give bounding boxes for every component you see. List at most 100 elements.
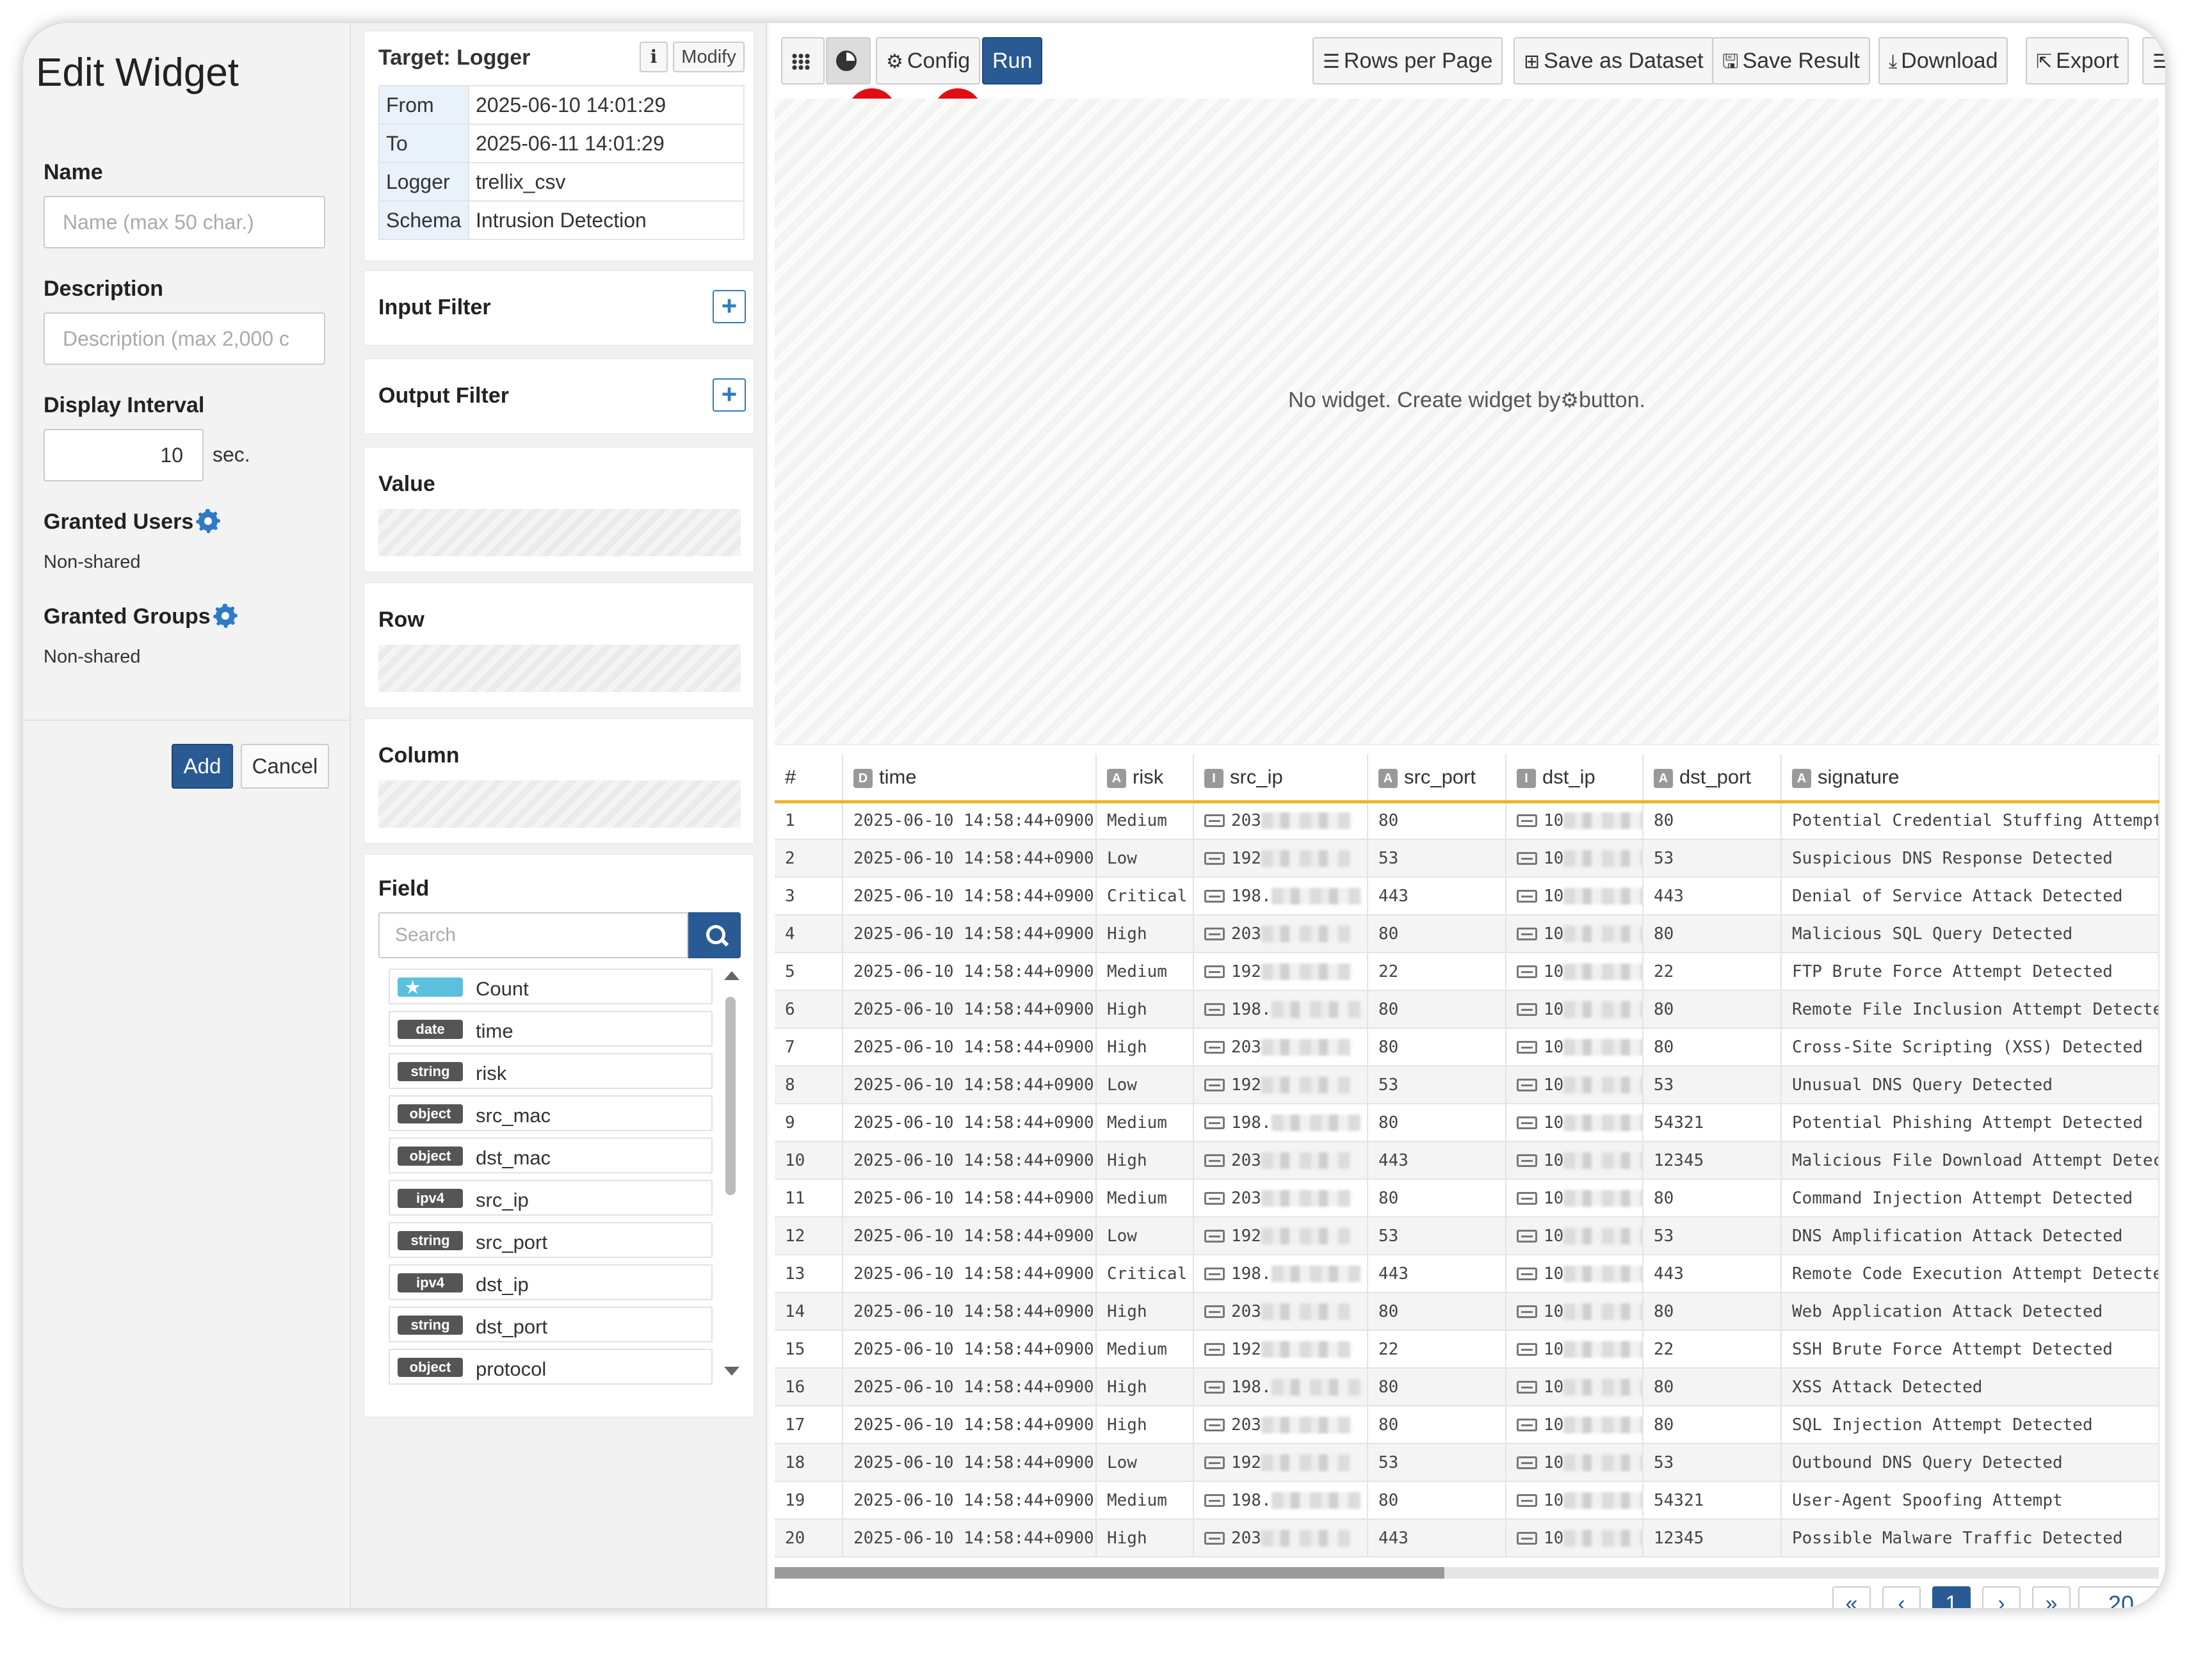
table-row[interactable]: 7 2025-06-10 14:58:44+0900 High 203 80 10 80 Cr… [775,1028,2160,1066]
target-row: Schema Intrusion Detection [378,200,745,240]
table-view-button[interactable] [781,37,825,85]
table-row[interactable]: 20 2025-06-10 14:58:44+0900 High 203 443 10 12… [775,1519,2160,1557]
table-horizontal-scrollbar[interactable] [775,1567,2159,1579]
ip-address-icon [1204,1342,1225,1356]
name-input[interactable] [44,196,325,248]
table-row[interactable]: 11 2025-06-10 14:58:44+0900 Medium 203 80 10 8… [775,1179,2160,1218]
first-page-button[interactable]: « [1832,1586,1871,1608]
save-result-label: Save Result [1742,49,1860,73]
grid-icon [791,53,811,70]
table-row[interactable]: 18 2025-06-10 14:58:44+0900 Low 192 53 10 53 Ou… [775,1444,2160,1482]
field-item[interactable]: object protocol [389,1349,713,1385]
field-item[interactable]: string risk [389,1053,713,1089]
chart-view-button[interactable] [826,37,871,85]
table-cell: 16 [775,1368,843,1406]
field-item[interactable]: ipv4 dst_ip [389,1264,713,1300]
table-cell: 80 [1643,1406,1782,1444]
field-item[interactable]: object src_mac [389,1095,713,1131]
table-row[interactable]: 19 2025-06-10 14:58:44+0900 Medium 198. 80 10… [775,1481,2160,1520]
value-drop-zone[interactable] [378,509,741,556]
input-filter-card: Input Filter + [364,270,754,346]
column-header[interactable]: Adst_port [1643,754,1782,803]
description-input[interactable] [44,312,325,365]
column-header[interactable]: Asignature [1781,754,2160,803]
table-row[interactable]: 17 2025-06-10 14:58:44+0900 High 203 80 10 80 S… [775,1406,2160,1444]
run-button[interactable]: Run [982,37,1043,85]
display-interval-input[interactable]: 10 [44,429,204,481]
column-header[interactable]: Arisk [1096,754,1194,803]
table-cell: 203 [1193,1141,1368,1180]
field-search-input[interactable] [378,912,688,958]
menu-button[interactable]: ☰ [2142,37,2165,85]
ip-address-icon [1204,1267,1225,1280]
table-row[interactable]: 2 2025-06-10 14:58:44+0900 Low 192 53 10 53 Sus… [775,839,2160,878]
download-button[interactable]: ⤓ Download [1878,37,2008,85]
save-result-button[interactable]: 🖫 Save Result [1712,37,1870,85]
column-header[interactable]: Dtime [843,754,1097,803]
rows-per-page-button[interactable]: ☰ Rows per Page [1312,37,1503,85]
field-item[interactable]: date time [389,1011,713,1047]
table-cell: Low [1096,1444,1194,1482]
table-row[interactable]: 3 2025-06-10 14:58:44+0900 Critical 198. 443… [775,877,2160,915]
table-row[interactable]: 13 2025-06-10 14:58:44+0900 Critical 198. 44… [775,1255,2160,1293]
table-row[interactable]: 4 2025-06-10 14:58:44+0900 High 203 80 10 80 Ma… [775,915,2160,953]
table-row[interactable]: 15 2025-06-10 14:58:44+0900 Medium 192 22 10 2… [775,1330,2160,1369]
table-row[interactable]: 12 2025-06-10 14:58:44+0900 Low 192 53 10 53 DN… [775,1217,2160,1255]
column-header[interactable]: Isrc_ip [1193,754,1368,803]
field-item[interactable]: string dst_port [389,1307,713,1342]
next-page-button[interactable]: › [1982,1586,2021,1608]
column-header[interactable]: Idst_ip [1506,754,1643,803]
field-item[interactable]: ipv4 src_ip [389,1180,713,1216]
cancel-button[interactable]: Cancel [241,744,329,789]
ip-address-icon [1204,1418,1225,1431]
scroll-up-icon[interactable] [724,971,739,980]
table-row[interactable]: 14 2025-06-10 14:58:44+0900 High 203 80 10 80 W… [775,1292,2160,1331]
column-header[interactable]: # [775,754,843,803]
redacted-ip [1271,1492,1361,1509]
output-filter-card: Output Filter + [364,358,754,434]
table-row[interactable]: 5 2025-06-10 14:58:44+0900 Medium 192 22 10 22… [775,953,2160,991]
row-drop-zone[interactable] [378,645,741,692]
modify-button[interactable]: Modify [673,42,745,72]
field-name: protocol [476,1358,547,1380]
field-item[interactable]: ★ Count [389,969,713,1004]
scroll-down-icon[interactable] [724,1367,739,1376]
save-as-dataset-button[interactable]: ⊞ Save as Dataset [1514,37,1714,85]
prev-page-button[interactable]: ‹ [1882,1586,1921,1608]
column-drop-zone[interactable] [378,780,741,828]
table-row[interactable]: 6 2025-06-10 14:58:44+0900 High 198. 80 10 80 R… [775,990,2160,1029]
field-item[interactable]: string src_port [389,1222,713,1258]
table-row[interactable]: 1 2025-06-10 14:58:44+0900 Medium 203 80 10 80… [775,801,2160,840]
field-item[interactable]: object dst_mac [389,1138,713,1173]
add-button[interactable]: Add [172,744,233,789]
column-header[interactable]: Asrc_port [1368,754,1506,803]
table-row[interactable]: 9 2025-06-10 14:58:44+0900 Medium 198. 80 10 5… [775,1104,2160,1142]
table-cell: High [1096,915,1194,953]
info-button[interactable]: i [640,42,668,72]
ip-address-icon [1517,1267,1537,1280]
table-row[interactable]: 8 2025-06-10 14:58:44+0900 Low 192 53 10 53 Unu… [775,1066,2160,1104]
gear-icon[interactable] [196,509,221,533]
table-row[interactable]: 16 2025-06-10 14:58:44+0900 High 198. 80 10 80… [775,1368,2160,1406]
column-header-label: risk [1133,765,1164,788]
add-input-filter-button[interactable]: + [713,290,746,323]
page-1-button[interactable]: 1 [1932,1586,1971,1608]
table-cell: 443 [1643,1255,1782,1293]
config-button[interactable]: ⚙ Config [876,37,981,85]
last-page-button[interactable]: » [2032,1586,2071,1608]
scroll-thumb[interactable] [725,997,736,1195]
table-cell: 19 [775,1481,843,1520]
column-header-label: # [785,765,796,788]
table-cell: High [1096,1406,1194,1444]
table-cell: 54321 [1643,1481,1782,1520]
table-cell: 198. [1193,990,1368,1029]
ip-prefix: 198. [1231,1113,1271,1132]
gear-icon[interactable] [213,604,238,628]
export-button[interactable]: ⇱ Export [2026,37,2129,85]
field-list-scrollbar[interactable] [723,971,739,1387]
horizontal-scroll-thumb[interactable] [775,1567,1444,1579]
field-type-badge: object [398,1358,463,1377]
add-output-filter-button[interactable]: + [713,378,746,412]
search-icon[interactable] [688,912,741,958]
table-row[interactable]: 10 2025-06-10 14:58:44+0900 High 203 443 10 12… [775,1141,2160,1180]
